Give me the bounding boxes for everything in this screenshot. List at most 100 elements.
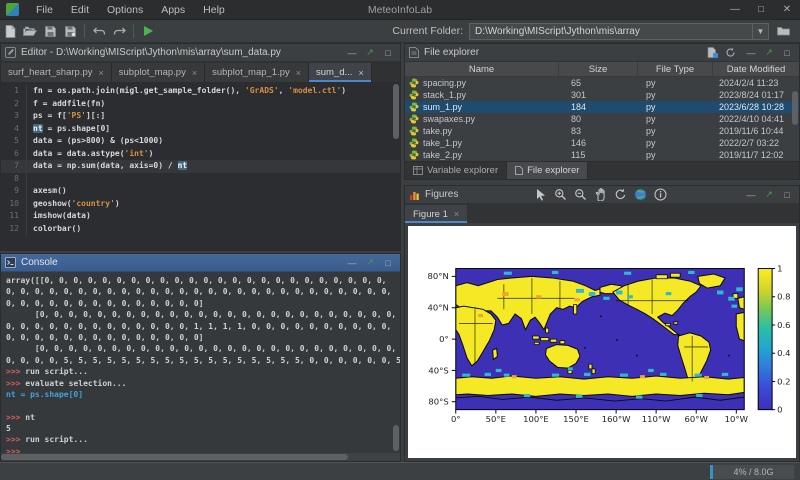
code-line[interactable]: 10geoshow('country') [1,198,400,211]
svg-text:110°W: 110°W [642,414,671,424]
window-maximize-icon[interactable]: □ [748,4,774,15]
editor-tab[interactable]: subplot_map_1.py× [205,63,309,82]
tab-variable-explorer[interactable]: Variable explorer [405,162,507,179]
line-number: 6 [1,148,27,161]
code-text: data = (ps>800) & (ps<1000) [27,135,163,148]
minimize-icon[interactable]: — [743,190,759,200]
zoom-in-icon[interactable] [553,188,568,202]
float-icon[interactable]: ↗ [761,189,777,200]
code-line[interactable]: 6data = data.astype('int') [1,148,400,161]
console-output-area[interactable]: array([[0, 0, 0, 0, 0, 0, 0, 0, 0, 0, 0,… [1,272,400,453]
editor-tab[interactable]: sum_d...× [309,63,372,82]
new-file-icon[interactable] [707,47,723,58]
editor-tab[interactable]: subplot_map.py× [112,63,205,82]
new-file-icon[interactable] [0,22,20,40]
tab-close-icon[interactable]: × [358,68,363,78]
editor-scrollbar[interactable] [392,82,400,250]
code-line[interactable]: 12colorbar() [1,223,400,236]
browse-folder-button[interactable] [772,23,794,40]
tab-close-icon[interactable]: × [454,209,459,219]
column-date-modified[interactable]: Date Modified [713,62,799,76]
figure-tab[interactable]: Figure 1 × [405,205,467,223]
float-icon[interactable]: ↗ [761,47,777,58]
file-list-scrollbar[interactable] [791,77,799,161]
code-line[interactable]: 4nt = ps.shape[0] [1,123,400,136]
file-row[interactable]: spacing.py65py2024/2/4 11:23 [405,77,799,89]
window-close-icon[interactable]: ✕ [774,4,800,15]
save-icon[interactable] [40,22,60,40]
file-row[interactable]: sum_1.py184py2023/6/28 10:28 [405,101,799,113]
code-line[interactable]: 8 [1,173,400,186]
memory-indicator[interactable]: 4% / 8.0G [710,465,794,479]
editor-header[interactable]: Editor - D:\Working\MIScript\Jython\mis\… [1,44,400,62]
tab-close-icon[interactable]: × [192,68,197,78]
menu-item-file[interactable]: File [27,4,62,16]
redo-icon[interactable] [109,22,129,40]
console-title: Console [21,257,58,268]
maximize-icon[interactable]: □ [380,48,396,58]
current-folder-combobox[interactable]: D:\Working\MIScript\Jython\mis\array ▼ [469,23,769,40]
console-hscrollbar[interactable] [1,453,400,461]
undo-icon[interactable] [89,22,109,40]
file-row[interactable]: take_2.py115py2019/11/7 12:02 [405,149,799,161]
float-icon[interactable]: ↗ [362,47,378,58]
maximize-icon[interactable]: □ [779,48,795,58]
figure-tab-bar: Figure 1 × [405,204,799,223]
file-explorer-header[interactable]: File explorer — ↗ □ [405,44,799,62]
minimize-icon[interactable]: — [344,258,360,268]
maximize-icon[interactable]: □ [779,190,795,200]
tab-file-explorer[interactable]: File explorer [507,162,588,179]
globe-icon[interactable] [633,188,648,202]
console-panel: Console — ↗ □ array([[0, 0, 0, 0, 0, 0, … [0,253,401,462]
tab-close-icon[interactable]: × [99,68,104,78]
save-as-icon[interactable] [60,22,80,40]
code-text: data = data.astype('int') [27,148,153,161]
code-line[interactable]: 9axesm() [1,185,400,198]
open-folder-icon[interactable] [20,22,40,40]
code-editor[interactable]: 1fn = os.path.join(migl.get_sample_folde… [1,82,400,250]
pan-hand-icon[interactable] [593,188,608,202]
figures-header[interactable]: Figures [405,186,799,204]
select-arrow-icon[interactable] [533,188,548,202]
menu-item-edit[interactable]: Edit [62,4,98,16]
splitter-horizontal[interactable] [404,180,800,183]
file-row[interactable]: take.py83py2019/11/6 10:44 [405,125,799,137]
column-name[interactable]: Name [405,62,559,76]
menu-item-help[interactable]: Help [194,4,234,16]
column-file-type[interactable]: File Type [638,62,713,76]
console-vscrollbar[interactable] [392,272,400,453]
info-icon[interactable] [653,188,668,202]
code-line[interactable]: 2f = addfile(fn) [1,98,400,111]
menu-item-apps[interactable]: Apps [152,4,194,16]
zoom-out-icon[interactable] [573,188,588,202]
code-line[interactable]: 1fn = os.path.join(migl.get_sample_folde… [1,85,400,98]
console-line: [0, 0, 0, 0, 0, 0, 0, 0, 0, 0, 0, 0, 0, … [6,343,390,354]
console-icon [5,257,16,268]
float-icon[interactable]: ↗ [362,257,378,268]
refresh-icon[interactable] [725,47,741,58]
minimize-icon[interactable]: — [344,48,360,58]
code-line[interactable]: 3ps = f['PS'][:] [1,110,400,123]
code-line[interactable]: 11imshow(data) [1,210,400,223]
figure-canvas[interactable]: 80°N40°N0°40°S80°S 0°50°E100°E150°E160°W… [408,226,796,458]
maximize-icon[interactable]: □ [380,258,396,268]
run-script-icon[interactable] [138,22,158,40]
current-folder-value[interactable]: D:\Working\MIScript\Jython\mis\array [470,26,752,37]
editor-tab[interactable]: surf_heart_sharp.py× [1,63,112,82]
code-line[interactable]: 5data = (ps>800) & (ps<1000) [1,135,400,148]
minimize-icon[interactable]: — [743,48,759,58]
file-row[interactable]: take_1.py146py2022/2/7 03:22 [405,137,799,149]
column-size[interactable]: Size [559,62,638,76]
code-line[interactable]: 7data = np.sum(data, axis=0) / nt [1,160,400,173]
file-row[interactable]: stack_1.py301py2023/8/24 01:17 [405,89,799,101]
editor-panel: Editor - D:\Working\MIScript\Jython\mis\… [0,43,401,251]
console-header[interactable]: Console — ↗ □ [1,254,400,272]
window-minimize-icon[interactable]: — [722,4,748,15]
chevron-down-icon[interactable]: ▼ [752,24,768,39]
file-type: py [638,90,713,100]
file-row[interactable]: swapaxes.py80py2022/4/10 04:41 [405,113,799,125]
menu-item-options[interactable]: Options [98,4,152,16]
editor-title: Editor - D:\Working\MIScript\Jython\mis\… [21,47,281,58]
tab-close-icon[interactable]: × [296,68,301,78]
rotate-icon[interactable] [613,188,628,202]
